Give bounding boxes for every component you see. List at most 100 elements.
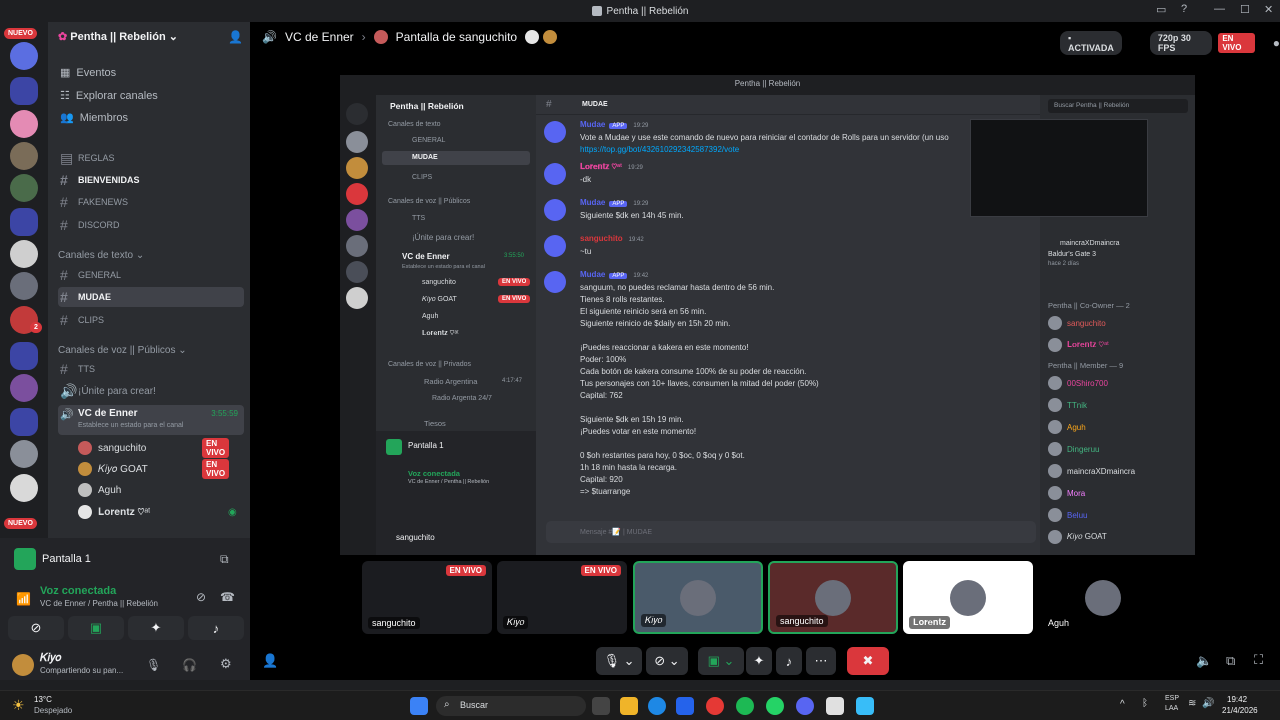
server-icon[interactable] [10, 42, 38, 70]
wifi-icon[interactable]: ≋ [1188, 698, 1196, 709]
server-header[interactable]: ✿ Pentha || Rebelión ⌄ [58, 30, 178, 43]
channel-reglas[interactable]: ▤ REGLAS [58, 148, 244, 168]
participant-tile[interactable]: EN VIVO sanguchito [362, 561, 492, 634]
bluetooth-icon[interactable]: ᛒ [1142, 698, 1148, 709]
nested-channel-sidebar: Pentha || Rebelión Canales de texto GENE… [376, 95, 536, 555]
maximize-button[interactable]: ☐ [1240, 3, 1250, 16]
add-people-icon[interactable]: 👤 [262, 653, 278, 669]
voice-status[interactable]: Voz conectada [40, 585, 116, 597]
mention-badge: 2 [30, 322, 42, 333]
voice-location[interactable]: VC de Enner / Pentha || Rebelión [40, 599, 158, 608]
activities-button[interactable]: ✦ [128, 616, 184, 640]
whatsapp-icon[interactable] [766, 697, 784, 715]
vc-user-sanguchito[interactable]: sanguchito EN VIVO [78, 438, 230, 458]
server-folder-icon[interactable] [10, 77, 38, 105]
close-button[interactable]: ✕ [1264, 3, 1273, 16]
snipping-tool-icon[interactable] [856, 697, 874, 715]
nested-vc-user: Aguh [422, 313, 439, 320]
activities-button[interactable]: ✦ [746, 647, 772, 675]
noise-suppression-icon[interactable]: ⊘ [196, 590, 206, 604]
server-icon[interactable] [10, 110, 38, 138]
stream-preview[interactable]: Pantalla 1 [14, 548, 91, 570]
category-text-channels[interactable]: Canales de texto ⌄ [58, 250, 144, 261]
clock-time[interactable]: 19:42 [1227, 695, 1247, 704]
speaker-icon[interactable]: 🔊 [1202, 698, 1214, 709]
nav-events[interactable]: ▦ Eventos [60, 66, 116, 80]
channel-general[interactable]: # GENERAL [58, 265, 244, 285]
file-explorer-icon[interactable] [620, 697, 638, 715]
store-icon[interactable] [676, 697, 694, 715]
user-avatar[interactable] [12, 654, 34, 676]
participant-tile[interactable]: 𝐋𝐨𝐫𝐞𝐧𝐭𝐳 [903, 561, 1033, 634]
leave-call-button[interactable]: ✖ [847, 647, 889, 675]
vc-user-kiyo[interactable]: 𝐾𝑖𝑦𝑜 GOAT EN VIVO [78, 459, 230, 479]
server-icon[interactable] [10, 374, 38, 402]
channel-fakenews[interactable]: # FAKENEWS [58, 192, 244, 212]
opera-icon[interactable] [706, 697, 724, 715]
camera-button[interactable]: ⊘ ⌄ [646, 647, 688, 675]
invite-people-icon[interactable]: 👤 [228, 30, 243, 44]
windows-start-icon[interactable] [410, 697, 428, 715]
message-line: ¡Puedes votar en este momento! [580, 427, 697, 436]
server-icon[interactable] [10, 174, 38, 202]
popout-icon[interactable]: ⧉ [220, 552, 229, 567]
server-icon[interactable] [10, 240, 38, 268]
soundboard-button[interactable]: ♪ [776, 647, 802, 675]
server-folder-icon[interactable] [10, 342, 38, 370]
nav-browse-channels[interactable]: ☷ Explorar canales [60, 89, 158, 103]
discord-icon[interactable] [796, 697, 814, 715]
weather-desc[interactable]: Despejado [34, 706, 72, 715]
vc-user-lorentz[interactable]: 𝐋𝐨𝐫𝐞𝐧𝐭𝐳 ♡ᵃᵗ ◉ [78, 505, 237, 519]
chevron-up-icon[interactable]: ^ [1120, 699, 1125, 710]
volume-icon[interactable]: 🔈 [1196, 653, 1212, 669]
fullscreen-icon[interactable]: ⛶ [1254, 652, 1263, 668]
nav-members[interactable]: 👥 Miembros [60, 111, 128, 125]
weather-temp[interactable]: 13°C [34, 695, 52, 704]
quality-badge: 720p 30 FPS [1149, 31, 1213, 55]
channel-unite-para-crear[interactable]: 🔊 ¡Únite para crear! [58, 381, 244, 401]
channel-discord[interactable]: # DISCORD [58, 215, 244, 235]
settings-icon[interactable]: ⚙ [220, 656, 232, 672]
vc-status[interactable]: Establece un estado para el canal [78, 422, 183, 429]
notepad-icon[interactable] [826, 697, 844, 715]
edge-icon[interactable] [648, 697, 666, 715]
voice-channel-vc-de-enner[interactable]: 🔊 VC de Enner 3:55:59 Establece un estad… [58, 405, 244, 435]
channel-tts[interactable]: # TTS [58, 359, 244, 379]
participant-tile[interactable]: EN VIVO 𝐾𝑖𝑦𝑜 [497, 561, 627, 634]
channel-mudae[interactable]: # MUDAE [58, 287, 244, 307]
message-avatar [544, 271, 566, 293]
vc-user-aguh[interactable]: Aguh [78, 483, 121, 497]
more-icon[interactable]: ● [1273, 36, 1280, 50]
camera-button[interactable]: ⊘ [8, 616, 64, 640]
participant-tile[interactable]: Aguh [1038, 561, 1168, 634]
popout-icon[interactable]: ⧉ [1226, 653, 1235, 669]
microphone-icon[interactable]: 🎙 [146, 658, 161, 672]
disconnect-icon[interactable]: ☎ [220, 590, 235, 604]
participant-tile[interactable]: sanguchito [768, 561, 898, 634]
more-options-button[interactable]: ⋯ [806, 647, 836, 675]
server-icon[interactable] [10, 440, 38, 468]
language-indicator[interactable]: ESP [1165, 695, 1179, 702]
server-icon[interactable] [10, 142, 38, 170]
soundboard-button[interactable]: ♪ [188, 616, 244, 640]
server-icon[interactable] [10, 474, 38, 502]
server-icon[interactable] [10, 272, 38, 300]
server-folder-icon[interactable] [10, 208, 38, 236]
clock-date[interactable]: 21/4/2026 [1222, 706, 1258, 715]
help-icon[interactable]: ? [1181, 3, 1187, 15]
user-name[interactable]: 𝐾𝑖𝑦𝑜 [40, 652, 61, 665]
server-folder-icon[interactable] [10, 408, 38, 436]
screen-share-button[interactable]: ▣ ⌄ [698, 647, 744, 675]
task-view-icon[interactable] [592, 697, 610, 715]
channel-bienvenidas[interactable]: # BIENVENIDAS [58, 170, 244, 190]
microphone-button[interactable]: 🎙 ⌄ [596, 647, 642, 675]
inbox-icon[interactable]: ▭ [1156, 3, 1166, 16]
channel-clips[interactable]: # CLIPS [58, 310, 244, 330]
screen-share-button[interactable]: ▣ [68, 616, 124, 640]
participant-tile[interactable]: 𝐾𝑖𝑦𝑜 [633, 561, 763, 634]
minimize-button[interactable]: — [1214, 3, 1225, 15]
headphones-icon[interactable]: 🎧 [182, 658, 197, 672]
taskbar-search[interactable]: ⌕ Buscar [436, 696, 586, 716]
category-voice-channels[interactable]: Canales de voz || Públicos ⌄ [58, 345, 187, 356]
spotify-icon[interactable] [736, 697, 754, 715]
